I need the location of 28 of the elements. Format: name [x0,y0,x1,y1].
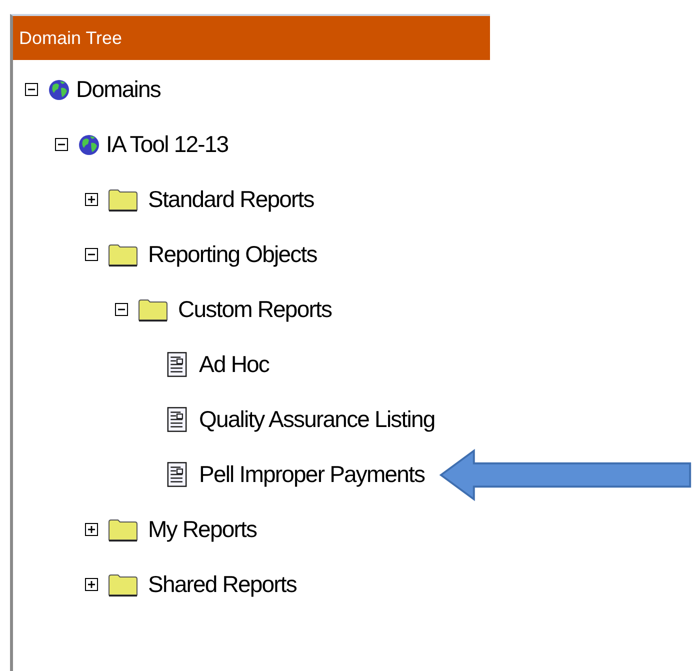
collapse-icon[interactable] [85,248,98,261]
expand-icon[interactable] [85,523,98,536]
report-icon [167,406,187,433]
tree-item[interactable]: Domains [76,76,160,103]
tree-item[interactable]: Quality Assurance Listing [199,406,435,433]
report-icon [167,351,187,378]
folder-icon [108,242,138,266]
folder-icon [108,572,138,596]
collapse-icon[interactable] [115,303,128,316]
report-icon [167,461,187,488]
collapse-icon[interactable] [55,138,68,151]
tree-item[interactable]: Reporting Objects [148,241,317,268]
panel-title: Domain Tree [19,28,122,48]
collapse-icon[interactable] [25,83,38,96]
expand-icon[interactable] [85,193,98,206]
globe-icon [48,78,70,100]
tree-item[interactable]: Custom Reports [178,296,332,323]
folder-icon [108,188,138,212]
globe-icon [78,134,100,156]
tree-item[interactable]: Standard Reports [148,186,314,213]
folder-icon [108,518,138,542]
tree-item[interactable]: My Reports [148,516,257,543]
tree-item[interactable]: Shared Reports [148,571,296,598]
tree-item[interactable]: Pell Improper Payments [199,461,425,488]
expand-icon[interactable] [85,578,98,591]
tree-item[interactable]: IA Tool 12-13 [106,131,228,158]
folder-icon [138,298,168,322]
tree-item[interactable]: Ad Hoc [199,351,270,378]
